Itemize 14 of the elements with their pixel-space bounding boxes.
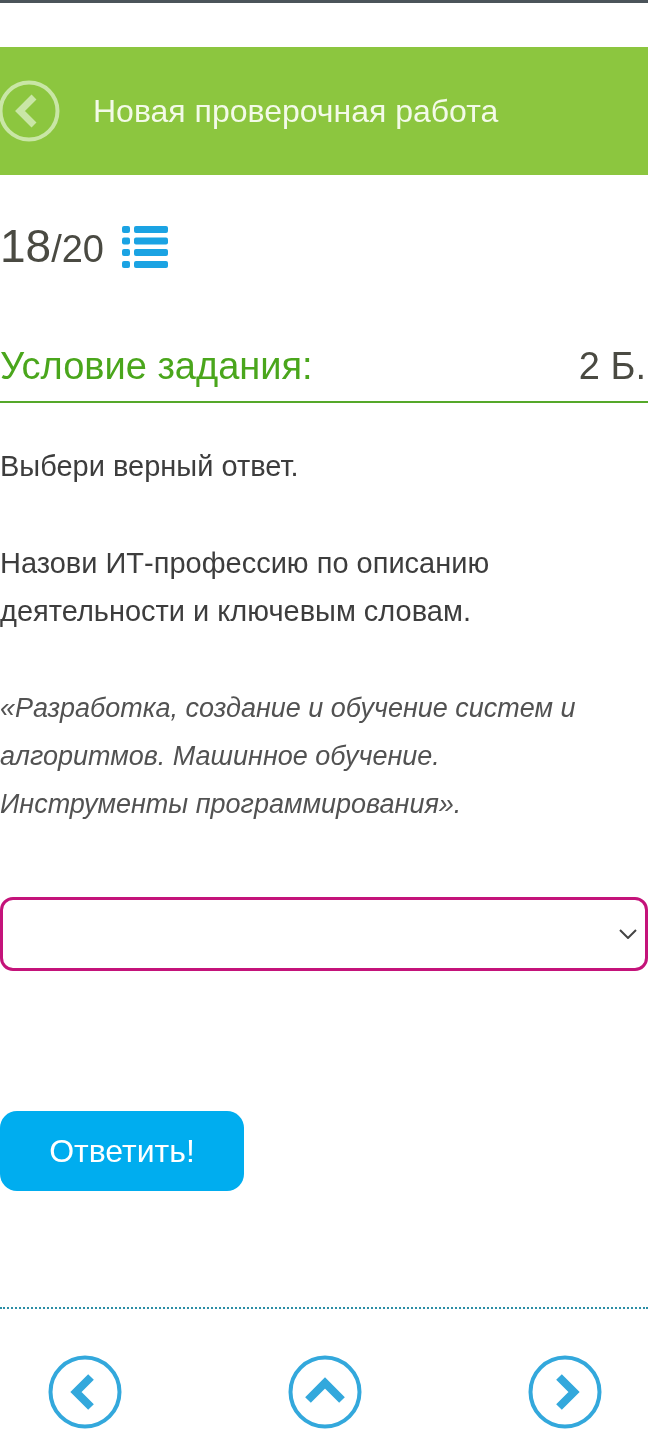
page-title: Новая проверочная работа [93,92,499,130]
question-counter: 18/20 [0,218,104,274]
answer-select[interactable] [0,897,648,971]
submit-button[interactable]: Ответить! [0,1111,244,1191]
description-quote: «Разработка, создание и обучение систем и алгоритмов. Машинное обучение. Инструменты программирования». [0,692,577,821]
chevron-right-icon[interactable] [528,1355,602,1429]
question-text: Назови ИТ-профессию по описанию деятельности и ключевым словам. [0,546,491,629]
points-label: 2 Б. [578,344,646,388]
instruction-text: Выбери верный ответ. [0,449,300,484]
chevron-down-icon [619,929,637,939]
chevron-left-icon[interactable] [48,1355,122,1429]
chevron-up-icon[interactable] [288,1355,362,1429]
list-icon[interactable] [122,226,168,268]
task-heading: Условие задания: [0,344,313,388]
